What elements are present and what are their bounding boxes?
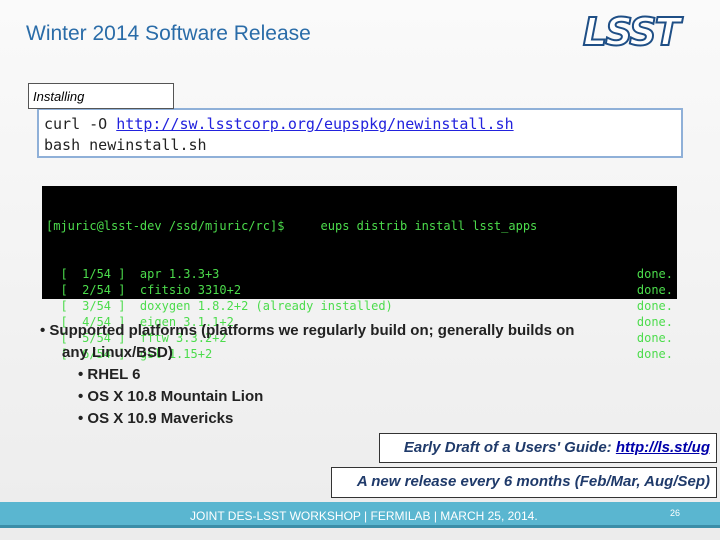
footer-bar: JOINT DES-LSST WORKSHOP | FERMILAB | MAR… <box>0 502 720 528</box>
footer-text: JOINT DES-LSST WORKSHOP | FERMILAB | MAR… <box>190 509 538 523</box>
status-text: done. <box>636 267 673 281</box>
terminal-output: [mjuric@lsst-dev /ssd/mjuric/rc]$ eups d… <box>42 186 677 361</box>
curl-command: curl -O <box>44 115 117 133</box>
terminal-row: [ 3/54 ] doxygen 1.8.2+2 (already instal… <box>46 298 673 314</box>
terminal-row: [ 1/54 ] apr 1.3.3+3 done. <box>46 266 673 282</box>
platform-item: • OS X 10.9 Mavericks <box>78 410 234 427</box>
package-line: [ 1/54 ] apr 1.3.3+3 <box>46 267 220 281</box>
package-line: [ 3/54 ] doxygen 1.8.2+2 (already instal… <box>46 299 393 313</box>
bullet-main: • Supported platforms (platforms we regu… <box>40 322 575 339</box>
terminal-prompt: [mjuric@lsst-dev /ssd/mjuric/rc]$ eups d… <box>46 219 538 233</box>
bash-command: bash newinstall.sh <box>44 136 207 154</box>
bullet-main-cont: any Linux/BSD) <box>62 344 173 361</box>
status-text: done. <box>636 299 673 313</box>
installing-label: Installing <box>28 83 174 109</box>
status-text: done. <box>636 283 673 297</box>
package-line: [ 2/54 ] cfitsio 3310+2 <box>46 283 242 297</box>
users-guide-box: Early Draft of a Users' Guide: http://ls… <box>379 433 717 463</box>
install-script-link[interactable]: http://sw.lsstcorp.org/eupspkg/newinstal… <box>116 115 513 133</box>
release-cadence-box: A new release every 6 months (Feb/Mar, A… <box>331 467 717 498</box>
status-text: done. <box>636 347 673 361</box>
terminal-row: [ 2/54 ] cfitsio 3310+2 done. <box>46 282 673 298</box>
platform-item: • OS X 10.8 Mountain Lion <box>78 388 264 405</box>
supported-platforms: • Supported platforms (platforms we regu… <box>40 320 574 430</box>
users-guide-link[interactable]: http://ls.st/ug <box>616 439 710 456</box>
lsst-logo: LSST <box>582 9 682 55</box>
status-text: done. <box>636 331 673 345</box>
status-text: done. <box>636 315 673 329</box>
platform-item: • RHEL 6 <box>78 366 141 383</box>
page-number: 26 <box>670 508 681 518</box>
slide-title: Winter 2014 Software Release <box>26 22 311 45</box>
install-commands: curl -O http://sw.lsstcorp.org/eupspkg/n… <box>37 108 683 158</box>
users-guide-text: Early Draft of a Users' Guide: <box>403 439 616 456</box>
